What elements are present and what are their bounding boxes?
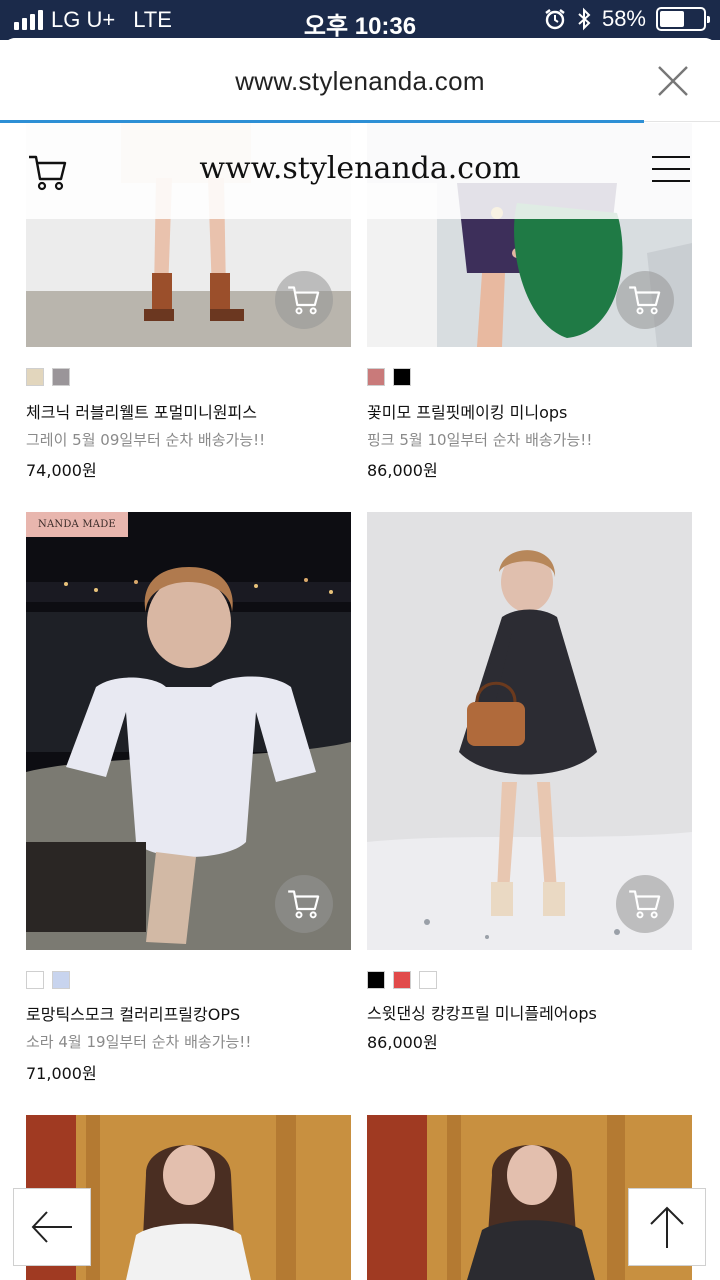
battery-percent: 58% <box>601 6 646 31</box>
product-price: 74,000원 <box>26 461 97 480</box>
url-text[interactable]: www.stylenanda.com <box>0 66 720 97</box>
back-arrow-icon <box>31 1211 72 1243</box>
site-header: www.stylenanda.com <box>0 123 720 219</box>
color-swatches <box>26 368 70 386</box>
product-price: 71,000원 <box>26 1064 97 1083</box>
color-swatch[interactable] <box>393 971 411 989</box>
color-swatch[interactable] <box>367 971 385 989</box>
color-swatch[interactable] <box>52 971 70 989</box>
add-to-cart-button[interactable] <box>616 875 674 933</box>
color-swatch[interactable] <box>419 971 437 989</box>
battery-fill <box>660 11 684 27</box>
add-to-cart-button[interactable] <box>275 875 333 933</box>
cart-icon <box>288 286 320 315</box>
browser-sheet: www.stylenanda.com www.stylenanda.com 체크… <box>0 38 720 1280</box>
scroll-top-button[interactable] <box>628 1188 706 1266</box>
back-button[interactable] <box>13 1188 91 1266</box>
product-price: 86,000원 <box>367 1033 438 1052</box>
webpage: www.stylenanda.com 체크닉 러블리웰트 포멀미니원피스 그레이… <box>0 123 720 1280</box>
site-title[interactable]: www.stylenanda.com <box>0 151 720 186</box>
close-icon[interactable] <box>656 64 690 98</box>
color-swatches <box>26 971 70 989</box>
scroll-top-icon <box>650 1206 684 1248</box>
color-swatches <box>367 971 437 989</box>
product-name[interactable]: 꽃미모 프릴핏메이킹 미니ops <box>367 399 567 423</box>
color-swatch[interactable] <box>52 368 70 386</box>
menu-icon[interactable] <box>652 156 690 186</box>
product-price: 86,000원 <box>367 461 438 480</box>
status-bar: LG U+ LTE 오후 10:36 58% <box>0 0 720 40</box>
color-swatch[interactable] <box>26 368 44 386</box>
color-swatch[interactable] <box>26 971 44 989</box>
cart-icon <box>629 286 661 315</box>
product-badge: NANDA MADE <box>26 512 128 537</box>
color-swatch[interactable] <box>393 368 411 386</box>
add-to-cart-button[interactable] <box>616 271 674 329</box>
product-name[interactable]: 로망틱스모크 컬러리프릴캉OPS <box>26 1001 240 1025</box>
battery-icon <box>656 7 710 31</box>
product-name[interactable]: 스윗댄싱 캉캉프릴 미니플레어ops <box>367 1000 597 1024</box>
url-bar: www.stylenanda.com <box>0 38 720 123</box>
cart-icon <box>629 890 661 919</box>
alarm-icon <box>545 9 565 30</box>
color-swatch[interactable] <box>367 368 385 386</box>
add-to-cart-button[interactable] <box>275 271 333 329</box>
product-name[interactable]: 체크닉 러블리웰트 포멀미니원피스 <box>26 399 257 423</box>
bluetooth-icon <box>578 7 591 31</box>
status-right: 58% <box>544 6 710 32</box>
product-shipping-note: 소라 4월 19일부터 순차 배송가능!! <box>26 1033 252 1051</box>
color-swatches <box>367 368 411 386</box>
product-shipping-note: 그레이 5월 09일부터 순차 배송가능!! <box>26 431 266 449</box>
product-shipping-note: 핑크 5월 10일부터 순차 배송가능!! <box>367 431 593 449</box>
cart-icon <box>288 890 320 919</box>
